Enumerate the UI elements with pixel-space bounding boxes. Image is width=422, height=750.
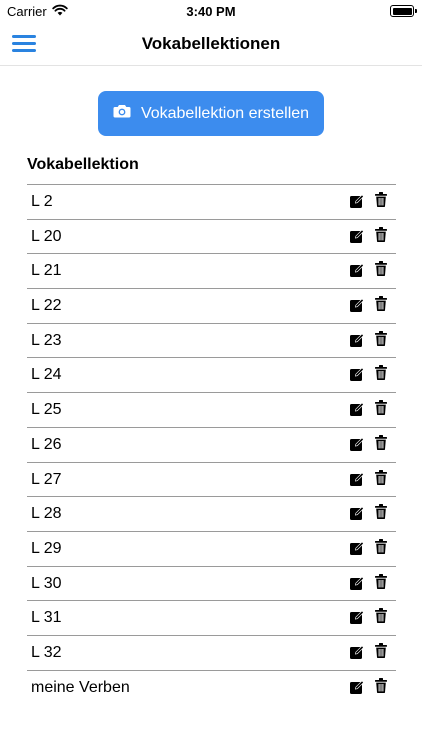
list-item[interactable]: L 27 — [27, 461, 396, 497]
trash-icon[interactable] — [375, 330, 387, 346]
list-item-label: L 31 — [31, 609, 62, 627]
status-time: 3:40 PM — [186, 4, 236, 19]
trash-icon[interactable] — [375, 677, 387, 693]
edit-icon[interactable] — [349, 679, 365, 695]
list-item[interactable]: L 23 — [27, 322, 396, 358]
trash-icon[interactable] — [375, 608, 387, 624]
edit-icon[interactable] — [349, 193, 365, 209]
edit-icon[interactable] — [349, 366, 365, 382]
trash-icon[interactable] — [375, 192, 387, 207]
trash-icon[interactable] — [375, 538, 387, 554]
list-item-label: meine Verben — [31, 678, 130, 696]
page-title: Vokabellektionen — [141, 34, 281, 53]
trash-icon[interactable] — [375, 296, 387, 312]
edit-icon[interactable] — [349, 401, 365, 417]
navigation-bar: Vokabellektionen — [0, 24, 422, 66]
list-item[interactable]: L 32 — [27, 634, 396, 670]
list-item[interactable]: L 30 — [27, 565, 396, 601]
list-item-label: L 24 — [31, 366, 62, 384]
list-item[interactable]: L 25 — [27, 392, 396, 427]
list-item[interactable]: L 24 — [27, 357, 396, 392]
list-header: Vokabellektion — [27, 156, 139, 173]
create-lesson-button[interactable]: Vokabellektion erstellen — [98, 91, 324, 136]
list-item-label: L 30 — [31, 574, 62, 592]
edit-icon[interactable] — [349, 609, 365, 625]
trash-icon[interactable] — [375, 226, 387, 242]
list-item-label: L 23 — [31, 331, 62, 349]
list-item[interactable]: L 21 — [27, 253, 396, 288]
list-item-label: L 2 — [31, 193, 53, 210]
list-item-label: L 28 — [31, 505, 62, 523]
status-bar: Carrier 3:40 PM — [0, 0, 422, 24]
edit-icon[interactable] — [349, 262, 365, 278]
list-item[interactable]: L 28 — [27, 496, 396, 531]
list-item-label: L 25 — [31, 401, 62, 419]
list-item-label: L 27 — [31, 470, 62, 488]
list-item[interactable]: L 20 — [27, 218, 396, 254]
list-item-label: L 20 — [31, 227, 62, 245]
list-item-label: L 32 — [31, 643, 62, 661]
edit-icon[interactable] — [349, 505, 365, 521]
edit-icon[interactable] — [349, 332, 365, 348]
list-item[interactable]: L 2 — [27, 184, 396, 219]
trash-icon[interactable] — [375, 573, 387, 589]
edit-icon[interactable] — [349, 228, 365, 244]
edit-icon[interactable] — [349, 575, 365, 591]
trash-icon[interactable] — [375, 434, 387, 450]
list-item[interactable]: L 22 — [27, 288, 396, 323]
create-lesson-label: Vokabellektion erstellen — [140, 104, 310, 122]
list-item-label: L 26 — [31, 435, 62, 453]
trash-icon[interactable] — [375, 400, 387, 416]
list-item-label: L 22 — [31, 297, 62, 315]
list-item[interactable]: meine Verben — [27, 669, 396, 705]
list-item-label: L 29 — [31, 539, 62, 557]
camera-icon — [113, 104, 131, 123]
list-item[interactable]: L 26 — [27, 426, 396, 462]
edit-icon[interactable] — [349, 471, 365, 487]
list-item[interactable]: L 29 — [27, 530, 396, 566]
edit-icon[interactable] — [349, 644, 365, 660]
trash-icon[interactable] — [375, 642, 387, 658]
battery-icon — [390, 5, 417, 17]
list-item[interactable]: L 31 — [27, 600, 396, 635]
lesson-list: L 2 L 20 L 21 L 22 L 23 L 24 L 25 L 26 L 27 L 28 L… — [27, 184, 396, 704]
edit-icon[interactable] — [349, 297, 365, 313]
edit-icon[interactable] — [349, 436, 365, 452]
trash-icon[interactable] — [375, 504, 387, 520]
trash-icon[interactable] — [375, 261, 387, 277]
trash-icon[interactable] — [375, 469, 387, 485]
list-item-label: L 21 — [31, 262, 62, 280]
edit-icon[interactable] — [349, 540, 365, 556]
trash-icon[interactable] — [375, 365, 387, 381]
